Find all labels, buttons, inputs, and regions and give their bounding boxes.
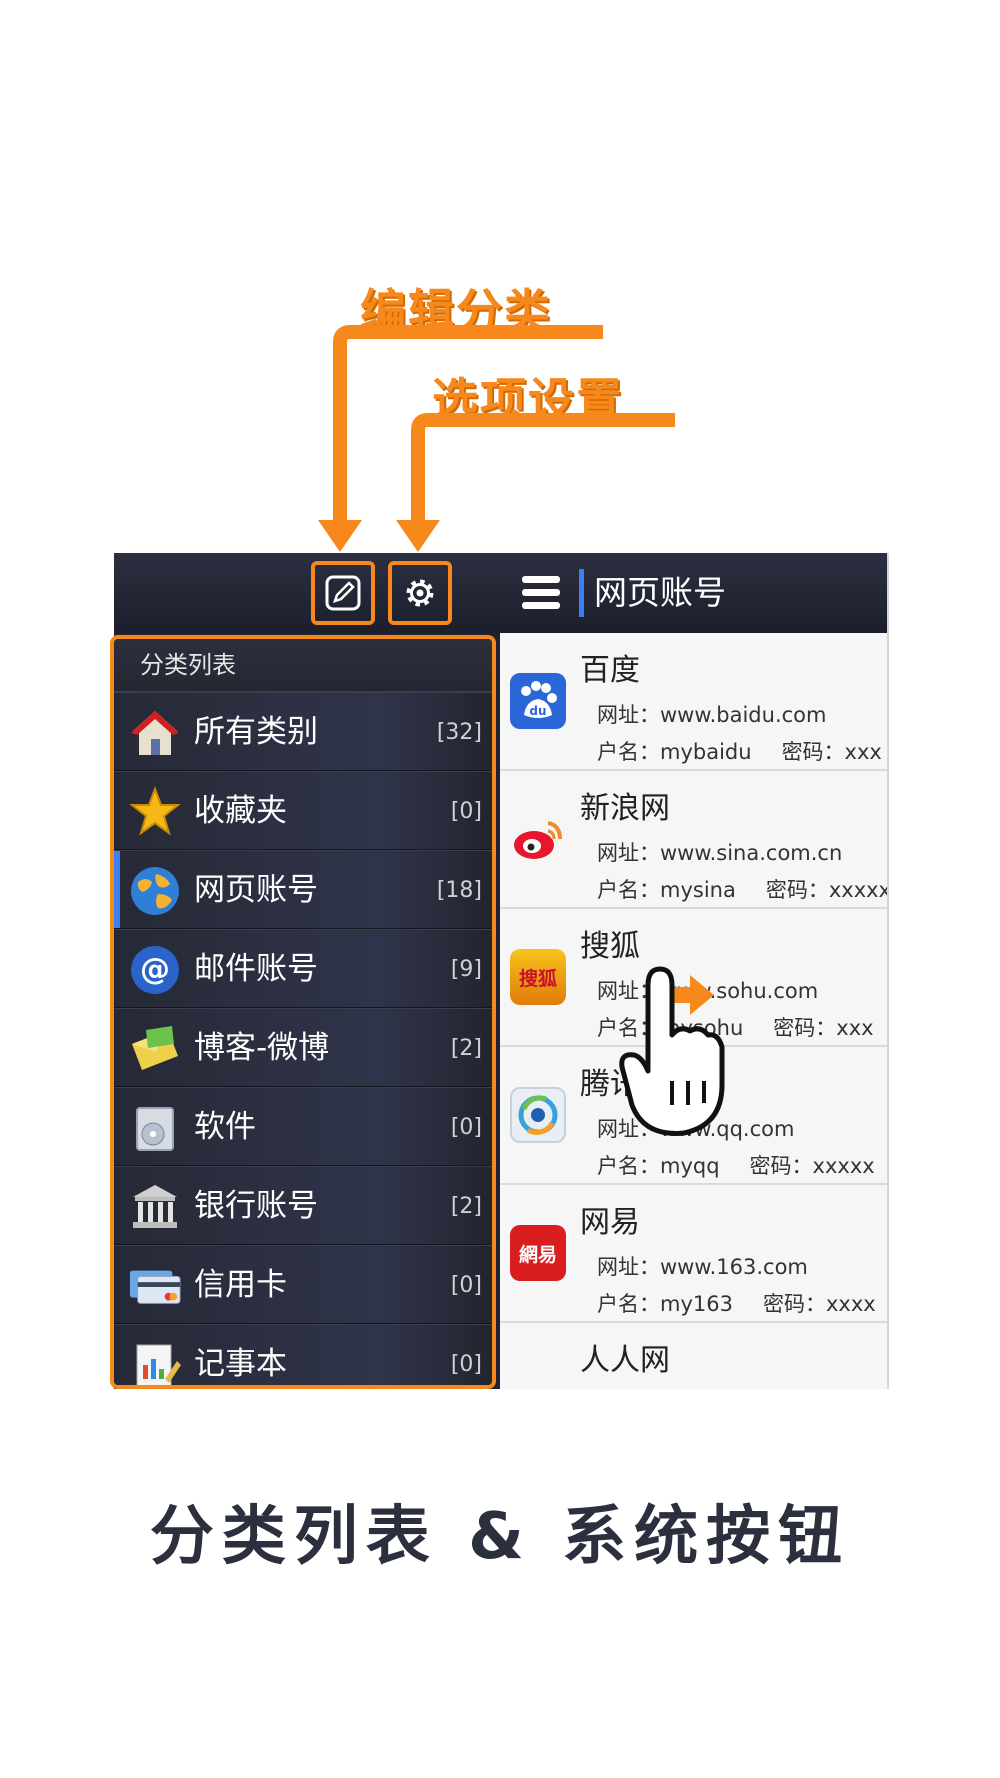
- account-name: 网易: [580, 1205, 640, 1240]
- account-name: 百度: [580, 653, 640, 688]
- category-count: [9]: [450, 957, 482, 982]
- credit-card-icon: [128, 1259, 182, 1313]
- category-count: [18]: [436, 878, 482, 903]
- notepad-icon: [128, 1338, 182, 1385]
- edit-icon: [325, 575, 361, 611]
- account-username: 户名：myqq: [597, 1154, 720, 1178]
- page-title: 网页账号: [594, 573, 726, 612]
- account-password: 密码：xxxxx: [765, 878, 889, 902]
- category-item-notepad[interactable]: 记事本 [0]: [114, 1324, 492, 1385]
- menu-icon[interactable]: [522, 576, 560, 610]
- baidu-logo-icon: du: [510, 673, 566, 729]
- category-label: 信用卡: [194, 1267, 287, 1303]
- netease-logo-icon: 網易: [510, 1225, 566, 1281]
- star-icon: [128, 785, 182, 839]
- account-entry[interactable]: 人人网: [500, 1323, 887, 1389]
- account-password: 密码：xxx: [773, 1016, 874, 1040]
- edit-category-button[interactable]: [311, 561, 375, 625]
- category-item-email-accounts[interactable]: @ 邮件账号 [9]: [114, 929, 492, 1008]
- account-entry[interactable]: 網易 网易 网址：www.163.com 户名：my163 密码：xxxx: [500, 1185, 887, 1323]
- account-password: 密码：xxx: [781, 740, 882, 764]
- swipe-hand-icon: [619, 966, 725, 1136]
- svg-text:du: du: [529, 704, 546, 718]
- category-label: 收藏夹: [194, 793, 287, 829]
- account-entry[interactable]: 新浪网 网址：www.sina.com.cn 户名：mysina 密码：xxxxx: [500, 771, 887, 909]
- settings-callout: 选项设置: [432, 373, 624, 427]
- bank-icon: [128, 1180, 182, 1234]
- account-header: 网页账号: [500, 553, 887, 633]
- account-url: 网址：www.sina.com.cn: [597, 841, 843, 865]
- account-url: 网址：www.163.com: [597, 1255, 808, 1279]
- category-list: 分类列表 所有类别 [32] 收藏夹 [0] 网页账号 [18] @ 邮件账号 …: [110, 635, 496, 1389]
- category-item-software[interactable]: 软件 [0]: [114, 1087, 492, 1166]
- account-name: 新浪网: [580, 791, 670, 826]
- settings-button[interactable]: [388, 561, 452, 625]
- category-count: [0]: [450, 1115, 482, 1140]
- account-credentials: 户名：myqq 密码：xxxxx: [597, 1150, 875, 1180]
- account-credentials: 户名：my163 密码：xxxx: [597, 1288, 876, 1318]
- category-label: 所有类别: [194, 714, 318, 750]
- category-count: [32]: [436, 720, 482, 745]
- globe-icon: [128, 864, 182, 918]
- account-credentials: 户名：mybaidu 密码：xxx: [597, 736, 882, 766]
- category-count: [2]: [450, 1194, 482, 1219]
- at-icon: @: [128, 943, 182, 997]
- gear-icon: [406, 579, 434, 607]
- software-icon: [128, 1101, 182, 1155]
- account-username: 户名：mysina: [597, 878, 736, 902]
- weibo-logo-icon: [510, 811, 566, 867]
- app-screen: 分类列表 所有类别 [32] 收藏夹 [0] 网页账号 [18] @ 邮件账号 …: [110, 553, 889, 1389]
- category-label: 网页账号: [194, 872, 318, 908]
- category-item-blog[interactable]: 博客-微博 [2]: [114, 1008, 492, 1087]
- account-password: 密码：xxxxx: [749, 1154, 875, 1178]
- account-name: 人人网: [580, 1343, 670, 1378]
- category-label: 邮件账号: [194, 951, 318, 987]
- category-count: [0]: [450, 1273, 482, 1298]
- category-list-header: 分类列表: [114, 639, 492, 692]
- category-label: 银行账号: [194, 1188, 318, 1224]
- sohu-logo-icon: 搜狐: [510, 949, 566, 1005]
- category-item-bank-accounts[interactable]: 银行账号 [2]: [114, 1166, 492, 1245]
- account-url: 网址：www.baidu.com: [597, 703, 827, 727]
- envelope-icon: [128, 1022, 182, 1076]
- category-label: 记事本: [194, 1346, 287, 1382]
- left-toolbar: [114, 553, 500, 633]
- category-count: [0]: [450, 1352, 482, 1377]
- account-username: 户名：mybaidu: [597, 740, 752, 764]
- title-accent-bar: [579, 569, 584, 617]
- category-item-all[interactable]: 所有类别 [32]: [114, 692, 492, 771]
- footer-caption: 分类列表 & 系统按钮: [149, 1500, 851, 1574]
- category-label: 软件: [194, 1109, 256, 1145]
- category-pane: 分类列表 所有类别 [32] 收藏夹 [0] 网页账号 [18] @ 邮件账号 …: [110, 553, 500, 1389]
- category-item-credit-cards[interactable]: 信用卡 [0]: [114, 1245, 492, 1324]
- svg-text:@: @: [140, 952, 170, 987]
- tencent-logo-icon: [510, 1087, 566, 1143]
- account-credentials: 户名：mysina 密码：xxxxx: [597, 874, 889, 904]
- account-entry[interactable]: du 百度 网址：www.baidu.com 户名：mybaidu 密码：xxx: [500, 633, 887, 771]
- account-password: 密码：xxxx: [762, 1292, 876, 1316]
- edit-category-callout: 编辑分类: [360, 284, 552, 338]
- category-item-web-accounts[interactable]: 网页账号 [18]: [114, 850, 492, 929]
- category-label: 博客-微博: [194, 1030, 330, 1066]
- house-icon: [128, 706, 182, 760]
- account-username: 户名：my163: [597, 1292, 733, 1316]
- category-item-favorites[interactable]: 收藏夹 [0]: [114, 771, 492, 850]
- category-count: [2]: [450, 1036, 482, 1061]
- category-count: [0]: [450, 799, 482, 824]
